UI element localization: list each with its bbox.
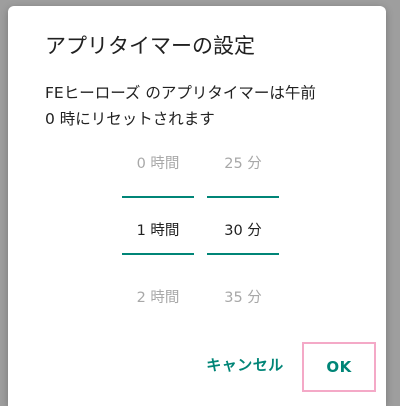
hours-option-selected[interactable]: 1 時間 (122, 219, 194, 240)
hours-divider-bottom (122, 253, 194, 255)
dialog-message: FEヒーローズ のアプリタイマーは午前 0 時にリセットされます (45, 80, 375, 132)
minutes-divider-bottom (207, 253, 279, 255)
minutes-picker[interactable]: 25 分 30 分 35 分 (207, 146, 279, 316)
minutes-option-selected[interactable]: 30 分 (207, 219, 279, 240)
message-line-2: 0 時にリセットされます (45, 110, 215, 128)
minutes-option-above[interactable]: 25 分 (207, 152, 279, 173)
hours-option-below[interactable]: 2 時間 (122, 286, 194, 307)
ok-button[interactable]: OK (302, 342, 376, 392)
hours-option-above[interactable]: 0 時間 (122, 152, 194, 173)
minutes-divider-top (207, 196, 279, 198)
dialog-title: アプリタイマーの設定 (45, 34, 255, 58)
cancel-button[interactable]: キャンセル (195, 346, 295, 382)
hours-divider-top (122, 196, 194, 198)
minutes-option-below[interactable]: 35 分 (207, 286, 279, 307)
message-line-1: FEヒーローズ のアプリタイマーは午前 (45, 84, 316, 102)
hours-picker[interactable]: 0 時間 1 時間 2 時間 (122, 146, 194, 316)
app-timer-dialog: アプリタイマーの設定 FEヒーローズ のアプリタイマーは午前 0 時にリセットさ… (8, 6, 386, 406)
